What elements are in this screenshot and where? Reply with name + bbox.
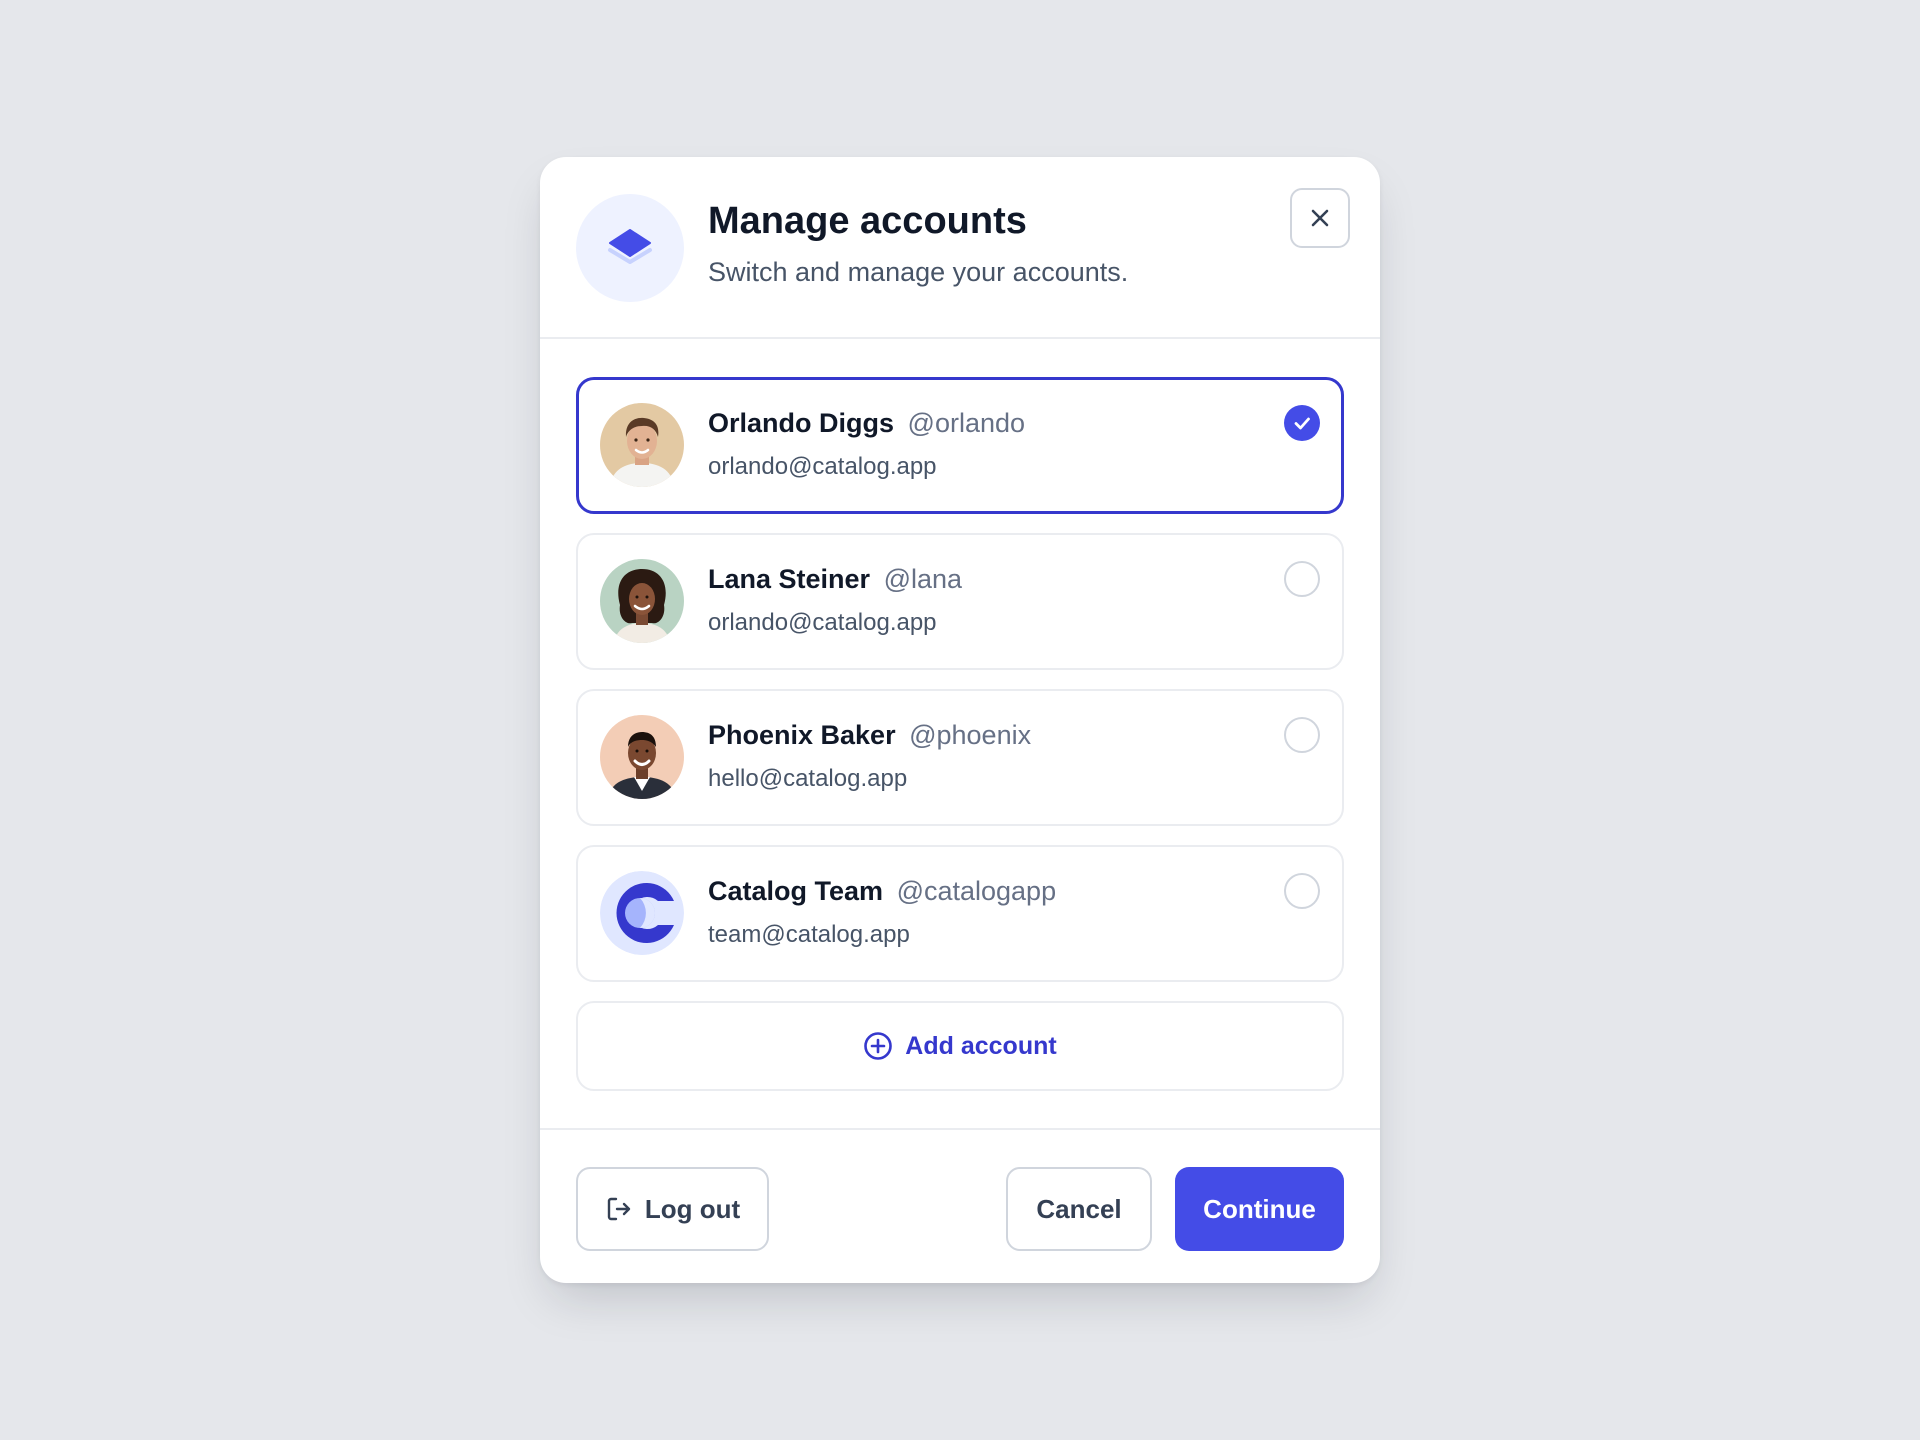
account-handle: @catalogapp xyxy=(896,876,1057,906)
account-name: Lana Steiner xyxy=(708,564,871,594)
account-option-lana[interactable]: Lana Steiner @lana orlando@catalog.app xyxy=(576,533,1344,670)
radio-unchecked[interactable] xyxy=(1284,873,1320,909)
avatar xyxy=(600,715,684,799)
account-email: hello@catalog.app xyxy=(708,765,908,792)
account-list: Orlando Diggs @orlando orlando@catalog.a… xyxy=(540,339,1380,1130)
cancel-label: Cancel xyxy=(1036,1193,1122,1224)
check-icon xyxy=(1294,417,1310,430)
account-handle: @orlando xyxy=(907,408,1026,438)
account-handle: @phoenix xyxy=(909,720,1032,750)
modal-title: Manage accounts xyxy=(708,200,1027,242)
modal-header: Manage accounts Switch and manage your a… xyxy=(540,157,1380,339)
account-email: team@catalog.app xyxy=(708,921,910,948)
radio-unchecked[interactable] xyxy=(1284,717,1320,753)
account-option-phoenix[interactable]: Phoenix Baker @phoenix hello@catalog.app xyxy=(576,689,1344,826)
cancel-button[interactable]: Cancel xyxy=(1006,1167,1152,1251)
continue-button[interactable]: Continue xyxy=(1175,1167,1344,1251)
account-option-catalog-team[interactable]: Catalog Team @catalogapp team@catalog.ap… xyxy=(576,845,1344,982)
account-option-orlando[interactable]: Orlando Diggs @orlando orlando@catalog.a… xyxy=(576,377,1344,514)
log-out-label: Log out xyxy=(644,1193,741,1224)
log-out-icon xyxy=(607,1197,631,1221)
account-name-line: Orlando Diggs @orlando xyxy=(708,407,1025,439)
account-name-line: Lana Steiner @lana xyxy=(708,563,962,595)
account-name-line: Catalog Team @catalogapp xyxy=(708,875,1056,907)
account-name: Phoenix Baker xyxy=(708,720,896,750)
radio-checked[interactable] xyxy=(1284,405,1320,441)
log-out-button[interactable]: Log out xyxy=(576,1167,769,1251)
add-account-label: Add account xyxy=(905,1031,1057,1060)
continue-label: Continue xyxy=(1203,1193,1316,1224)
modal-subtitle: Switch and manage your accounts. xyxy=(708,257,1129,287)
manage-accounts-modal: Manage accounts Switch and manage your a… xyxy=(540,157,1380,1283)
add-account-button[interactable]: Add account xyxy=(576,1001,1344,1091)
account-name: Catalog Team xyxy=(708,876,884,906)
close-button[interactable] xyxy=(1290,188,1350,248)
account-email: orlando@catalog.app xyxy=(708,609,937,636)
radio-unchecked[interactable] xyxy=(1284,561,1320,597)
account-email: orlando@catalog.app xyxy=(708,453,937,480)
close-icon xyxy=(1311,209,1329,227)
avatar xyxy=(600,559,684,643)
plus-circle-icon xyxy=(864,1032,893,1060)
account-handle: @lana xyxy=(883,564,963,594)
catalog-logo-avatar xyxy=(600,871,684,955)
modal-footer: Log out Cancel Continue xyxy=(540,1130,1380,1281)
account-name-line: Phoenix Baker @phoenix xyxy=(708,719,1031,751)
layers-icon xyxy=(576,194,684,302)
avatar xyxy=(600,403,684,487)
account-name: Orlando Diggs xyxy=(708,408,895,438)
